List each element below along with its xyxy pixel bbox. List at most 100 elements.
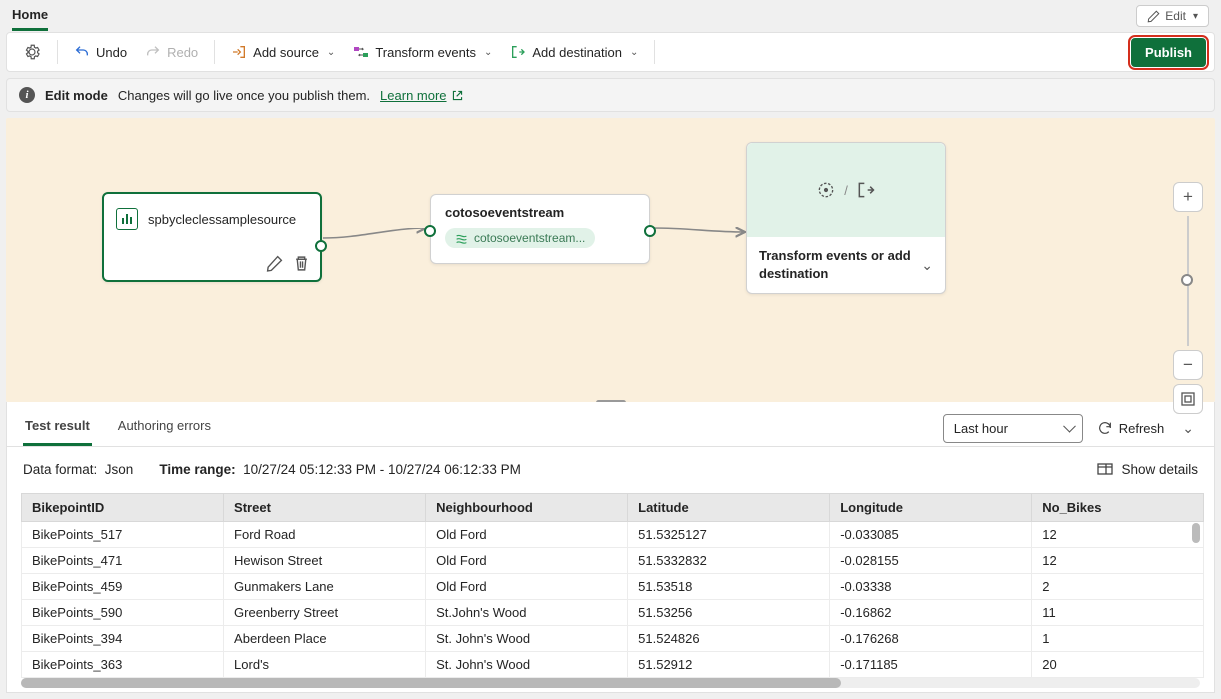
undo-button[interactable]: Undo (66, 39, 135, 65)
table-cell: Gunmakers Lane (224, 574, 426, 600)
table-cell: Greenberry Street (224, 600, 426, 626)
table-cell: St. John's Wood (426, 652, 628, 678)
toolbar: Undo Redo Add source ⌄ Transform events … (6, 32, 1215, 72)
fit-to-screen-button[interactable] (1173, 384, 1203, 414)
table-row[interactable]: BikePoints_363Lord'sSt. John's Wood51.52… (22, 652, 1204, 678)
table-cell: 12 (1032, 522, 1204, 548)
redo-button: Redo (137, 39, 206, 65)
destination-node[interactable]: / Transform events or add destination ⌄ (746, 142, 946, 294)
chevron-down-icon: ⌄ (484, 47, 492, 58)
stream-title: cotosoeventstream (445, 205, 635, 220)
col-header[interactable]: Longitude (830, 494, 1032, 522)
table-cell: -0.176268 (830, 626, 1032, 652)
table-cell: BikePoints_394 (22, 626, 224, 652)
table-cell: BikePoints_363 (22, 652, 224, 678)
table-cell: BikePoints_590 (22, 600, 224, 626)
info-message: Changes will go live once you publish th… (118, 88, 370, 103)
pencil-icon (1147, 10, 1160, 23)
source-node[interactable]: spbycleclessamplesource (102, 192, 322, 282)
show-details-button[interactable]: Show details (1097, 461, 1198, 477)
info-bar: i Edit mode Changes will go live once yo… (6, 78, 1215, 112)
zoom-slider[interactable] (1187, 216, 1189, 346)
flow-canvas[interactable]: spbycleclessamplesource cotosoeventstrea… (6, 118, 1215, 402)
learn-more-link[interactable]: Learn more (380, 88, 463, 103)
transform-icon (353, 44, 369, 60)
publish-button[interactable]: Publish (1131, 38, 1206, 67)
refresh-button[interactable]: Refresh (1097, 420, 1165, 436)
table-cell: 51.524826 (628, 626, 830, 652)
settings-button[interactable] (15, 38, 49, 66)
refresh-label: Refresh (1119, 421, 1165, 436)
chevron-down-icon[interactable]: ⌄ (921, 257, 933, 274)
add-destination-button[interactable]: Add destination ⌄ (502, 39, 646, 65)
scrollbar-thumb[interactable] (21, 678, 841, 688)
table-cell: -0.171185 (830, 652, 1032, 678)
transform-label: Transform events (375, 45, 476, 60)
delete-node-icon[interactable] (293, 255, 310, 272)
zoom-thumb[interactable] (1181, 274, 1193, 286)
table-row[interactable]: BikePoints_471Hewison StreetOld Ford51.5… (22, 548, 1204, 574)
chevron-down-icon: ⌄ (630, 47, 638, 58)
tab-test-result[interactable]: Test result (23, 410, 92, 446)
undo-label: Undo (96, 45, 127, 60)
horizontal-scrollbar[interactable] (21, 678, 1200, 688)
output-port[interactable] (644, 225, 656, 237)
table-cell: Aberdeen Place (224, 626, 426, 652)
stream-node[interactable]: cotosoeventstream cotosoeventstream... (430, 194, 650, 264)
fit-icon (1180, 391, 1196, 407)
add-source-button[interactable]: Add source ⌄ (223, 39, 343, 65)
table-row[interactable]: BikePoints_459Gunmakers LaneOld Ford51.5… (22, 574, 1204, 600)
stream-chip: cotosoeventstream... (445, 228, 595, 248)
add-source-label: Add source (253, 45, 319, 60)
source-name: spbycleclessamplesource (148, 212, 296, 227)
refresh-icon (1097, 420, 1113, 436)
table-row[interactable]: BikePoints_394Aberdeen PlaceSt. John's W… (22, 626, 1204, 652)
table-cell: BikePoints_517 (22, 522, 224, 548)
table-cell: St.John's Wood (426, 600, 628, 626)
table-cell: St. John's Wood (426, 626, 628, 652)
transform-events-button[interactable]: Transform events ⌄ (345, 39, 500, 65)
info-mode: Edit mode (45, 88, 108, 103)
zoom-in-button[interactable]: + (1173, 182, 1203, 212)
col-header[interactable]: Latitude (628, 494, 830, 522)
table-cell: 51.5332832 (628, 548, 830, 574)
table-row[interactable]: BikePoints_517Ford RoadOld Ford51.532512… (22, 522, 1204, 548)
panel-resize-handle[interactable] (596, 400, 626, 402)
col-header[interactable]: Street (224, 494, 426, 522)
input-port[interactable] (424, 225, 436, 237)
table-cell: 1 (1032, 626, 1204, 652)
col-header[interactable]: Neighbourhood (426, 494, 628, 522)
info-icon: i (19, 87, 35, 103)
col-header[interactable]: BikepointID (22, 494, 224, 522)
redo-icon (145, 44, 161, 60)
collapse-panel-button[interactable]: ⌄ (1178, 416, 1198, 441)
table-cell: Hewison Street (224, 548, 426, 574)
table-cell: 51.52912 (628, 652, 830, 678)
edit-node-icon[interactable] (266, 255, 283, 272)
table-cell: Old Ford (426, 522, 628, 548)
tab-home[interactable]: Home (12, 1, 48, 31)
add-source-icon (231, 44, 247, 60)
table-cell: 12 (1032, 548, 1204, 574)
time-range: Time range: 10/27/24 05:12:33 PM - 10/27… (159, 462, 521, 477)
tab-authoring-errors[interactable]: Authoring errors (116, 410, 213, 446)
table-cell: Old Ford (426, 548, 628, 574)
table-cell: 51.53518 (628, 574, 830, 600)
zoom-out-button[interactable]: − (1173, 350, 1203, 380)
table-cell: 51.53256 (628, 600, 830, 626)
time-range-select[interactable]: Last hour (943, 414, 1083, 443)
table-cell: BikePoints_459 (22, 574, 224, 600)
stream-chip-label: cotosoeventstream... (474, 231, 585, 245)
redo-label: Redo (167, 45, 198, 60)
output-port[interactable] (315, 240, 327, 252)
add-destination-icon (510, 44, 526, 60)
table-cell: -0.033085 (830, 522, 1032, 548)
table-cell: Lord's (224, 652, 426, 678)
col-header[interactable]: No_Bikes (1032, 494, 1204, 522)
chevron-down-icon: ▾ (1193, 11, 1198, 22)
table-row[interactable]: BikePoints_590Greenberry StreetSt.John's… (22, 600, 1204, 626)
edit-mode-dropdown[interactable]: Edit ▾ (1136, 5, 1209, 27)
table-cell: 11 (1032, 600, 1204, 626)
vertical-scrollbar[interactable] (1192, 523, 1200, 543)
table-cell: Ford Road (224, 522, 426, 548)
